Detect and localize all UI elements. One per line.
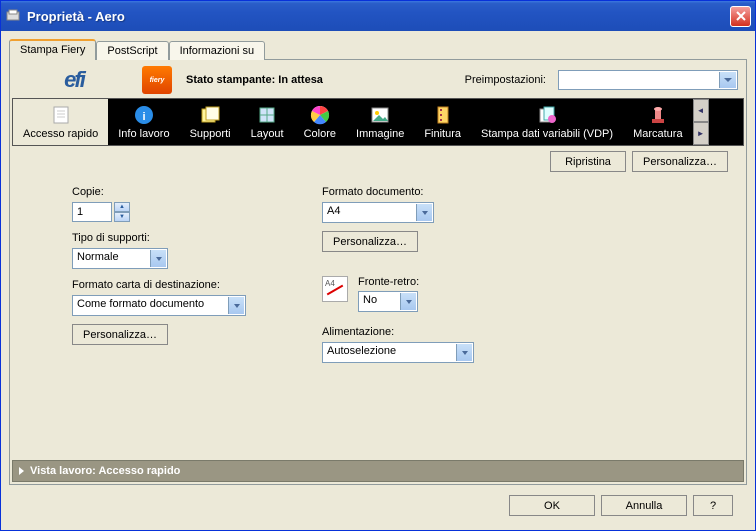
docformat-customize-button[interactable]: Personalizza… — [322, 231, 418, 252]
window-title: Proprietà - Aero — [27, 9, 730, 24]
select-value: A4 — [327, 205, 340, 217]
close-button[interactable] — [730, 6, 751, 27]
toolbar-label: Supporti — [190, 128, 231, 140]
select-value: No — [363, 294, 377, 306]
select-value: Come formato documento — [77, 298, 204, 310]
copies-spin-up[interactable]: ▲ — [114, 202, 130, 212]
copies-label: Copie: — [72, 186, 302, 198]
document-icon — [50, 104, 72, 126]
help-button[interactable]: ? — [693, 495, 733, 516]
toolbar-label: Layout — [251, 128, 284, 140]
reset-button[interactable]: Ripristina — [550, 151, 626, 172]
feed-select[interactable]: Autoselezione — [322, 342, 474, 363]
tab-postscript[interactable]: PostScript — [96, 41, 168, 60]
toolbar-scroll-right[interactable]: ► — [693, 122, 709, 145]
dest-paper-select[interactable]: Come formato documento — [72, 295, 246, 316]
docformat-select[interactable]: A4 — [322, 202, 434, 223]
duplex-select[interactable]: No — [358, 291, 418, 312]
toolbar-label: Immagine — [356, 128, 404, 140]
ok-button[interactable]: OK — [509, 495, 595, 516]
toolbar-label: Colore — [304, 128, 336, 140]
media-icon — [199, 104, 221, 126]
efi-logo: efi — [14, 64, 134, 96]
toolbar-layout[interactable]: Layout — [241, 99, 294, 145]
job-view-bar[interactable]: Vista lavoro: Accesso rapido — [12, 460, 744, 482]
presets-select[interactable] — [558, 70, 738, 90]
panel-actions: Ripristina Personalizza… — [12, 146, 744, 172]
toolbar-marking[interactable]: Marcatura — [623, 99, 693, 145]
copies-input[interactable] — [72, 202, 112, 222]
expand-icon — [19, 467, 24, 475]
toolbar-label: Stampa dati variabili (VDP) — [481, 128, 613, 140]
cancel-button[interactable]: Annulla — [601, 495, 687, 516]
job-view-label: Vista lavoro: Accesso rapido — [30, 465, 180, 477]
toolbar-media[interactable]: Supporti — [180, 99, 241, 145]
select-value: Autoselezione — [327, 345, 396, 357]
titlebar: Proprietà - Aero — [1, 1, 755, 31]
properties-window: Proprietà - Aero Stampa Fiery PostScript… — [0, 0, 756, 531]
status-value: In attesa — [278, 74, 323, 86]
tab-panel: efi fiery Stato stampante: In attesa Pre… — [9, 59, 747, 485]
toolbar-label: Finitura — [424, 128, 461, 140]
select-value: Normale — [77, 251, 119, 263]
vdp-icon — [536, 104, 558, 126]
tab-fiery-print[interactable]: Stampa Fiery — [9, 39, 96, 60]
form-right-column: Formato documento: A4 Personalizza… Fron… — [322, 180, 732, 452]
header-row: efi fiery Stato stampante: In attesa Pre… — [12, 62, 744, 98]
toolbar-label: Accesso rapido — [23, 128, 98, 140]
tab-about[interactable]: Informazioni su — [169, 41, 266, 60]
duplex-off-icon — [322, 276, 348, 302]
stamp-icon — [647, 104, 669, 126]
docformat-label: Formato documento: — [322, 186, 732, 198]
media-type-select[interactable]: Normale — [72, 248, 168, 269]
toolbar-image[interactable]: Immagine — [346, 99, 414, 145]
svg-text:i: i — [142, 111, 145, 123]
tab-strip: Stampa Fiery PostScript Informazioni su — [9, 39, 747, 60]
status-prefix: Stato stampante: — [186, 74, 278, 86]
layout-icon — [256, 104, 278, 126]
quick-access-form: Copie: ▲ ▼ Tipo di supporti: Normale For… — [12, 172, 744, 460]
dest-customize-button[interactable]: Personalizza… — [72, 324, 168, 345]
color-wheel-icon — [309, 104, 331, 126]
window-body: Stampa Fiery PostScript Informazioni su … — [1, 31, 755, 530]
toolbar-finish[interactable]: Finitura — [414, 99, 471, 145]
printer-status: Stato stampante: In attesa — [186, 74, 323, 86]
toolbar-label: Marcatura — [633, 128, 683, 140]
finish-icon — [432, 104, 454, 126]
feed-label: Alimentazione: — [322, 326, 732, 338]
presets-label: Preimpostazioni: — [465, 74, 546, 86]
category-toolbar: Accesso rapido i Info lavoro Supporti La… — [12, 98, 744, 146]
media-type-label: Tipo di supporti: — [72, 232, 302, 244]
customize-toolbar-button[interactable]: Personalizza… — [632, 151, 728, 172]
toolbar-job-info[interactable]: i Info lavoro — [108, 99, 179, 145]
copies-spin-down[interactable]: ▼ — [114, 212, 130, 222]
toolbar-label: Info lavoro — [118, 128, 169, 140]
toolbar-quick-access[interactable]: Accesso rapido — [13, 99, 108, 145]
toolbar-scroll-left[interactable]: ◄ — [693, 99, 709, 122]
dialog-footer: OK Annulla ? — [9, 485, 747, 522]
toolbar-scroll: ◄ ► — [693, 99, 709, 145]
dest-paper-label: Formato carta di destinazione: — [72, 279, 302, 291]
form-left-column: Copie: ▲ ▼ Tipo di supporti: Normale For… — [72, 180, 302, 452]
image-icon — [369, 104, 391, 126]
toolbar-vdp[interactable]: Stampa dati variabili (VDP) — [471, 99, 623, 145]
close-icon — [736, 11, 746, 21]
app-icon — [5, 8, 21, 24]
fiery-logo-icon: fiery — [142, 66, 172, 94]
toolbar-color[interactable]: Colore — [294, 99, 346, 145]
info-icon: i — [133, 104, 155, 126]
duplex-label: Fronte-retro: — [358, 276, 419, 288]
